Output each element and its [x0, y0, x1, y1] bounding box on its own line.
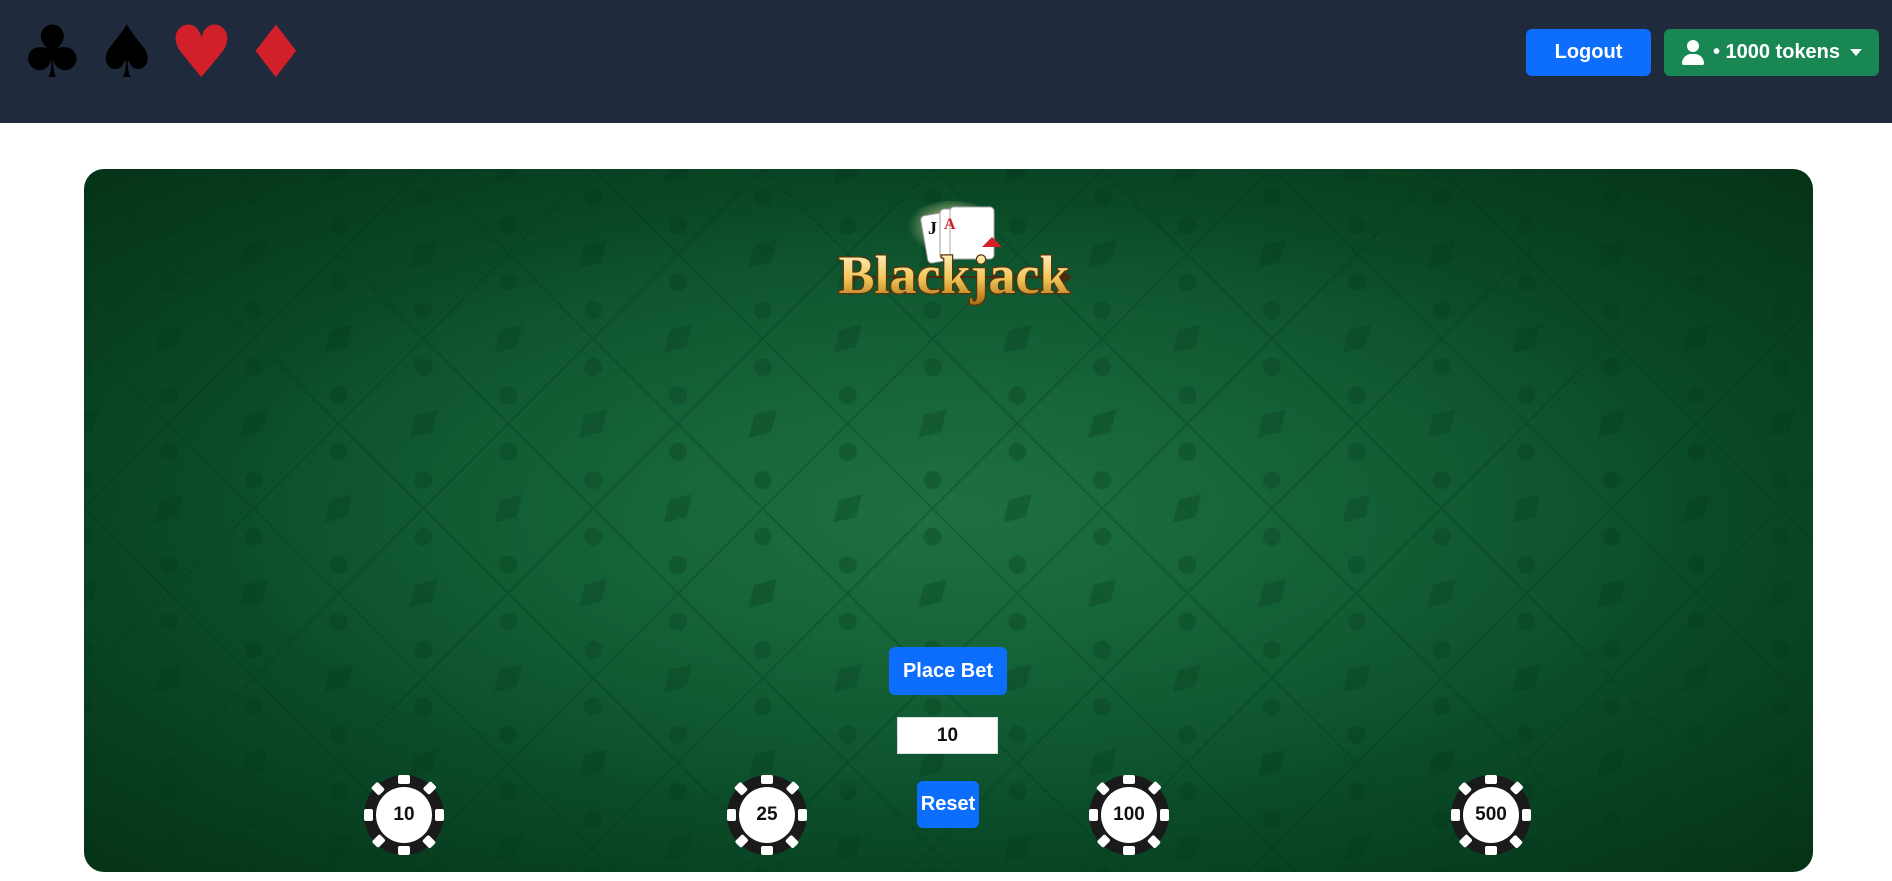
user-icon [1681, 39, 1705, 66]
chip-100[interactable]: 100 [1088, 774, 1170, 856]
chip-25[interactable]: 25 [726, 774, 808, 856]
logo-text: Blackjack [838, 245, 1069, 305]
caret-down-icon [1850, 49, 1863, 56]
bet-amount-input[interactable] [897, 717, 998, 754]
diamonds-icon: ♦ [243, 10, 309, 94]
chip-500[interactable]: 500 [1450, 774, 1532, 856]
chip-label: 100 [1113, 804, 1145, 825]
chip-10[interactable]: 10 [363, 774, 445, 856]
blackjack-table: J A Blackjack Place Bet Reset [84, 169, 1813, 872]
chip-label: 500 [1475, 804, 1507, 825]
chip-label: 25 [756, 804, 778, 825]
logo-card-j: J [928, 218, 937, 238]
place-bet-button[interactable]: Place Bet [889, 647, 1007, 695]
logo-card-a: A [944, 216, 956, 233]
chip-label: 10 [393, 804, 415, 825]
navbar: ♣ ♠ ♥ ♦ Logout • 1000 tokens [0, 0, 1892, 123]
suit-logo[interactable]: ♣ ♠ ♥ ♦ [20, 16, 308, 88]
spades-icon: ♠ [94, 10, 160, 94]
hearts-icon: ♥ [169, 10, 234, 94]
clubs-icon: ♣ [20, 10, 85, 94]
tokens-label: • 1000 tokens [1712, 41, 1841, 63]
reset-button[interactable]: Reset [917, 781, 979, 828]
account-dropdown-button[interactable]: • 1000 tokens [1664, 29, 1879, 76]
logout-button[interactable]: Logout [1526, 29, 1651, 76]
blackjack-logo: J A Blackjack [824, 199, 1084, 329]
